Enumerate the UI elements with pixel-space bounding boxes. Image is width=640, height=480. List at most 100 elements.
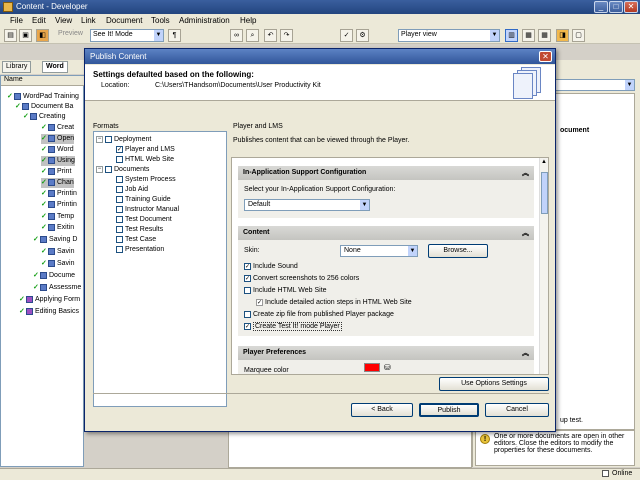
checkbox[interactable]: ✓ — [256, 298, 263, 306]
menu-link[interactable]: Link — [81, 16, 96, 25]
menu-tools[interactable]: Tools — [151, 16, 170, 25]
browse-button[interactable]: Browse... — [428, 244, 488, 258]
maximize-button[interactable]: □ — [609, 1, 623, 13]
back-button[interactable]: < Back — [351, 403, 413, 417]
tree-html-web-site[interactable]: HTML Web Site — [116, 155, 174, 165]
checkbox[interactable] — [116, 205, 123, 213]
tree-item[interactable]: ✓ Editing Basics — [19, 307, 79, 317]
tree-item[interactable]: ✓ Printin — [41, 200, 77, 210]
tab-library[interactable]: Library — [2, 61, 32, 73]
checkbox[interactable] — [116, 195, 123, 203]
collapse-icon[interactable]: − — [96, 165, 103, 173]
format-icon[interactable]: ¶ — [168, 29, 181, 42]
checkbox[interactable] — [116, 175, 123, 183]
tree-item[interactable]: ✓ Chan — [41, 178, 74, 188]
tree-item[interactable]: ✓ Word — [41, 145, 74, 155]
tree-system-process[interactable]: System Process — [116, 175, 176, 185]
tools-icon[interactable]: ⚙ — [356, 29, 369, 42]
tree-item[interactable]: ✓ Applying Form — [19, 295, 80, 305]
collapse-chevron-icon[interactable]: ︽ — [522, 168, 529, 178]
tree-documents[interactable]: − Documents — [96, 165, 149, 175]
grid-icon[interactable]: ▦ — [538, 29, 551, 42]
view-select[interactable]: Player view ▼ — [398, 29, 500, 42]
checkbox[interactable] — [116, 245, 123, 253]
menu-administration[interactable]: Administration — [179, 16, 230, 25]
publish-button[interactable]: Publish — [419, 403, 479, 417]
marquee-color-swatch[interactable] — [364, 363, 380, 372]
layout-icon[interactable]: ▥ — [505, 29, 518, 42]
tree-instructor-manual[interactable]: Instructor Manual — [116, 205, 179, 215]
checkbox[interactable] — [105, 135, 112, 143]
scroll-thumb[interactable] — [541, 172, 548, 214]
option-include-html[interactable]: Include HTML Web Site — [244, 286, 327, 296]
close-window-button[interactable]: ✕ — [624, 1, 638, 13]
skin-select[interactable]: None ▼ — [340, 245, 418, 257]
redo-icon[interactable]: ↷ — [280, 29, 293, 42]
tree-item[interactable]: ✓ Assessme — [33, 283, 81, 293]
tree-deployment[interactable]: − Deployment — [96, 135, 151, 145]
option-detailed-steps[interactable]: ✓ Include detailed action steps in HTML W… — [256, 298, 412, 308]
option-include-sound[interactable]: ✓ Include Sound — [244, 262, 298, 272]
tree-job-aid[interactable]: Job Aid — [116, 185, 148, 195]
tree-item[interactable]: ✓ Creat — [41, 123, 74, 133]
section-support-config[interactable]: In-Application Support Configuration ︽ — [238, 166, 534, 180]
checkbox[interactable] — [116, 155, 123, 163]
publish-icon[interactable]: ◨ — [556, 29, 569, 42]
checkbox[interactable] — [244, 286, 251, 294]
tree-test-results[interactable]: Test Results — [116, 225, 163, 235]
tab-word[interactable]: Word — [42, 61, 68, 73]
use-options-settings-button[interactable]: Use Options Settings — [439, 377, 549, 391]
section-content[interactable]: Content ︽ — [238, 226, 534, 240]
option-test-it-player[interactable]: ✓ Create Test It! mode Player — [244, 322, 342, 332]
preview-button[interactable]: Preview — [58, 30, 83, 37]
collapse-icon[interactable]: − — [96, 135, 103, 143]
checkbox[interactable]: ✓ — [244, 274, 251, 282]
checkbox[interactable] — [116, 215, 123, 223]
tree-item[interactable]: ✓ Docume — [33, 271, 75, 281]
tree-item[interactable]: ✓ Using — [41, 156, 75, 166]
tree-item[interactable]: ✓ Print — [41, 167, 71, 177]
panel-scrollbar[interactable]: ▲ — [539, 158, 548, 374]
checkbox[interactable] — [116, 225, 123, 233]
spell-icon[interactable]: ✓ — [340, 29, 353, 42]
tree-item[interactable]: ✓ Open — [41, 134, 75, 144]
link-icon[interactable]: ∞ — [230, 29, 243, 42]
tree-item[interactable]: ✓ Document Ba — [15, 102, 73, 112]
collapse-chevron-icon[interactable]: ︽ — [522, 228, 529, 238]
checkbox[interactable]: ✓ — [244, 322, 251, 330]
undo-icon[interactable]: ↶ — [264, 29, 277, 42]
save-icon[interactable]: ▣ — [19, 29, 32, 42]
menu-help[interactable]: Help — [240, 16, 256, 25]
support-config-select[interactable]: Default ▼ — [244, 199, 370, 211]
column-header-name[interactable]: Name — [1, 76, 85, 86]
tree-item[interactable]: ✓ Exitin — [41, 223, 74, 233]
menu-edit[interactable]: Edit — [32, 16, 46, 25]
cancel-button[interactable]: Cancel — [485, 403, 549, 417]
minimize-button[interactable]: _ — [594, 1, 608, 13]
option-zip-file[interactable]: Create zip file from published Player pa… — [244, 310, 394, 320]
checkbox[interactable] — [116, 235, 123, 243]
checkbox[interactable]: ✓ — [116, 145, 123, 153]
scroll-up-icon[interactable]: ▲ — [541, 159, 547, 165]
find-icon[interactable]: ⌕ — [246, 29, 259, 42]
collapse-chevron-icon[interactable]: ︽ — [522, 348, 529, 358]
tree-item[interactable]: ✓ Savin — [41, 259, 75, 269]
tree-item[interactable]: ✓ Temp — [41, 212, 74, 222]
properties-icon[interactable]: ◧ — [36, 29, 49, 42]
tree-item[interactable]: ✓ Saving D — [33, 235, 77, 245]
panes-icon[interactable]: ▦ — [522, 29, 535, 42]
paint-bucket-icon[interactable]: ⛁ — [384, 363, 391, 372]
window-icon[interactable]: ▢ — [572, 29, 585, 42]
menu-document[interactable]: Document — [106, 16, 142, 25]
menu-view[interactable]: View — [55, 16, 72, 25]
tree-item[interactable]: ✓ Creating — [23, 112, 65, 122]
mode-select[interactable]: See It! Mode ▼ — [90, 29, 164, 42]
tree-item[interactable]: ✓ WordPad Training — [7, 92, 79, 102]
tree-item[interactable]: ✓ Savin — [41, 247, 75, 257]
checkbox[interactable]: ✓ — [244, 262, 251, 270]
menu-file[interactable]: File — [10, 16, 23, 25]
open-icon[interactable]: ▤ — [4, 29, 17, 42]
tree-presentation[interactable]: Presentation — [116, 245, 164, 255]
checkbox[interactable] — [105, 165, 112, 173]
tree-test-document[interactable]: Test Document — [116, 215, 172, 225]
